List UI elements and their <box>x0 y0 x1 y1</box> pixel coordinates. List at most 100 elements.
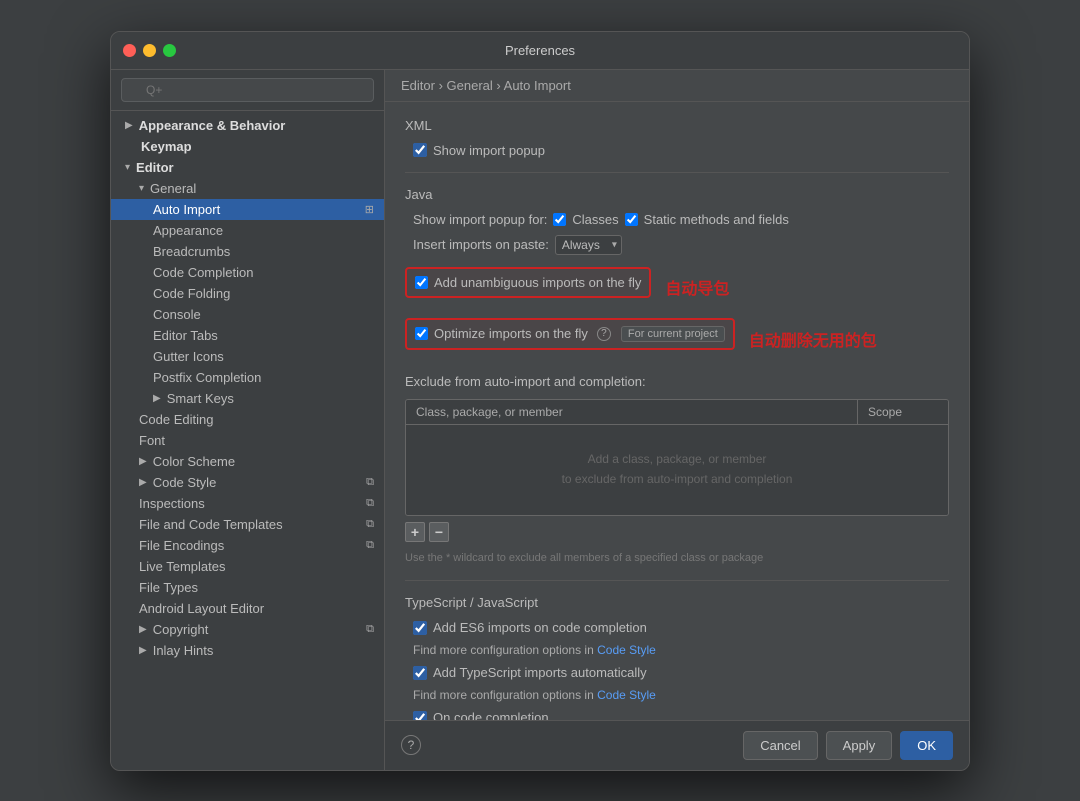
expand-icon: ▶ <box>139 645 147 656</box>
sidebar-item-copyright[interactable]: ▶ Copyright ⧉ <box>111 619 384 640</box>
find-more-ts1-row: Find more configuration options in Code … <box>405 643 949 657</box>
sidebar-item-editor[interactable]: ▾ Editor <box>111 157 384 178</box>
show-import-popup-checkbox[interactable] <box>413 143 427 157</box>
sidebar-item-general[interactable]: ▾ General <box>111 178 384 199</box>
find-more-ts2-row: Find more configuration options in Code … <box>405 688 949 702</box>
search-input[interactable] <box>121 78 374 102</box>
insert-imports-label: Insert imports on paste: <box>413 237 549 252</box>
sidebar-item-code-folding[interactable]: Code Folding <box>111 283 384 304</box>
remove-button[interactable]: − <box>429 522 449 542</box>
java-section: Java Show import popup for: Classes Stat… <box>405 187 949 567</box>
sidebar-item-code-completion[interactable]: Code Completion <box>111 262 384 283</box>
breadcrumb-part1: Editor <box>401 78 435 93</box>
always-select[interactable]: Always <box>555 235 622 255</box>
sidebar-item-appearance[interactable]: Appearance <box>111 220 384 241</box>
minimize-button[interactable] <box>143 44 156 57</box>
apply-button[interactable]: Apply <box>826 731 893 760</box>
add-unambiguous-checkbox[interactable] <box>415 276 428 289</box>
sidebar-item-label: Code Style <box>153 475 217 490</box>
sidebar-item-label: Editor Tabs <box>153 328 218 343</box>
sidebar-item-keymap[interactable]: Keymap <box>111 136 384 157</box>
sidebar-item-label: Smart Keys <box>167 391 234 406</box>
close-button[interactable] <box>123 44 136 57</box>
sidebar-item-inspections[interactable]: Inspections ⧉ <box>111 493 384 514</box>
table-placeholder-2: to exclude from auto-import and completi… <box>562 470 793 489</box>
imports-paste-row: Insert imports on paste: Always ▾ <box>405 235 949 255</box>
static-methods-label: Static methods and fields <box>644 212 789 227</box>
sidebar-item-label: Font <box>139 433 165 448</box>
on-code-completion-checkbox[interactable] <box>413 711 427 720</box>
sidebar-item-code-style[interactable]: ▶ Code Style ⧉ <box>111 472 384 493</box>
typescript-section-title: TypeScript / JavaScript <box>405 595 949 610</box>
code-style-link-1[interactable]: Code Style <box>597 643 656 657</box>
sidebar-item-file-types[interactable]: File Types <box>111 577 384 598</box>
sidebar-item-label: Inspections <box>139 496 205 511</box>
sidebar-item-label: File Types <box>139 580 198 595</box>
ok-button[interactable]: OK <box>900 731 953 760</box>
sidebar-item-live-templates[interactable]: Live Templates <box>111 556 384 577</box>
sidebar-item-label: Inlay Hints <box>153 643 214 658</box>
sidebar-item-label: Console <box>153 307 201 322</box>
cancel-button[interactable]: Cancel <box>743 731 817 760</box>
expand-icon: ▾ <box>125 162 130 173</box>
static-methods-checkbox[interactable] <box>625 213 638 226</box>
exclude-section: Exclude from auto-import and completion:… <box>405 374 949 567</box>
sidebar-item-code-editing[interactable]: Code Editing <box>111 409 384 430</box>
title-bar: Preferences <box>111 32 969 70</box>
optimize-imports-checkbox[interactable] <box>415 327 428 340</box>
help-button[interactable]: ? <box>401 735 421 755</box>
maximize-button[interactable] <box>163 44 176 57</box>
sidebar-item-font[interactable]: Font <box>111 430 384 451</box>
sidebar-item-label: Gutter Icons <box>153 349 224 364</box>
sidebar-item-appearance-behavior[interactable]: ▶ Appearance & Behavior <box>111 115 384 136</box>
classes-label: Classes <box>572 212 618 227</box>
add-es6-checkbox[interactable] <box>413 621 427 635</box>
sidebar-item-auto-import[interactable]: Auto Import ⊞ <box>111 199 384 220</box>
add-typescript-auto-label: Add TypeScript imports automatically <box>433 665 647 680</box>
sidebar-item-label: Postfix Completion <box>153 370 261 385</box>
sidebar-item-label: Code Folding <box>153 286 230 301</box>
col-scope: Scope <box>858 400 948 424</box>
sidebar-item-postfix-completion[interactable]: Postfix Completion <box>111 367 384 388</box>
sidebar-item-label: Breadcrumbs <box>153 244 230 259</box>
code-style-link-2[interactable]: Code Style <box>597 688 656 702</box>
classes-checkbox[interactable] <box>553 213 566 226</box>
for-current-project-badge: For current project <box>621 326 725 342</box>
sidebar-item-breadcrumbs[interactable]: Breadcrumbs <box>111 241 384 262</box>
sidebar-item-color-scheme[interactable]: ▶ Color Scheme <box>111 451 384 472</box>
sidebar-item-gutter-icons[interactable]: Gutter Icons <box>111 346 384 367</box>
sidebar-item-editor-tabs[interactable]: Editor Tabs <box>111 325 384 346</box>
sidebar-item-label: Android Layout Editor <box>139 601 264 616</box>
sidebar-item-file-encodings[interactable]: File Encodings ⧉ <box>111 535 384 556</box>
sidebar-item-label: File Encodings <box>139 538 224 553</box>
sidebar-item-label: Color Scheme <box>153 454 235 469</box>
sidebar-item-android-layout-editor[interactable]: Android Layout Editor <box>111 598 384 619</box>
main-panel: Editor › General › Auto Import XML Show … <box>385 70 969 770</box>
sidebar-item-smart-keys[interactable]: ▶ Smart Keys <box>111 388 384 409</box>
content-area: XML Show import popup Java Show import p… <box>385 102 969 720</box>
expand-icon: ▶ <box>125 120 133 131</box>
nav-items: ▶ Appearance & Behavior Keymap ▾ Editor … <box>111 111 384 770</box>
sidebar: 🔍 ▶ Appearance & Behavior Keymap ▾ Edito… <box>111 70 385 770</box>
sidebar-item-file-code-templates[interactable]: File and Code Templates ⧉ <box>111 514 384 535</box>
copy-icon: ⧉ <box>366 539 374 552</box>
add-unambiguous-label: Add unambiguous imports on the fly <box>434 275 641 290</box>
sidebar-item-inlay-hints[interactable]: ▶ Inlay Hints <box>111 640 384 661</box>
separator2 <box>405 580 949 581</box>
chinese-annotation-2: 自动删除无用的包 <box>749 327 877 351</box>
preferences-window: Preferences 🔍 ▶ Appearance & Behavior Ke… <box>110 31 970 771</box>
expand-icon: ▶ <box>139 477 147 488</box>
help-icon[interactable]: ? <box>597 327 611 341</box>
sidebar-item-label: Code Editing <box>139 412 213 427</box>
table-placeholder-1: Add a class, package, or member <box>588 450 767 469</box>
add-typescript-checkbox[interactable] <box>413 666 427 680</box>
typescript-section: TypeScript / JavaScript Add ES6 imports … <box>405 595 949 720</box>
add-button[interactable]: + <box>405 522 425 542</box>
search-wrapper: 🔍 <box>121 78 374 102</box>
expand-icon: ▾ <box>139 183 144 194</box>
sidebar-item-label: General <box>150 181 196 196</box>
sidebar-item-label: Copyright <box>153 622 209 637</box>
copy-icon: ⧉ <box>366 497 374 510</box>
optimize-imports-label: Optimize imports on the fly <box>434 326 588 341</box>
sidebar-item-console[interactable]: Console <box>111 304 384 325</box>
